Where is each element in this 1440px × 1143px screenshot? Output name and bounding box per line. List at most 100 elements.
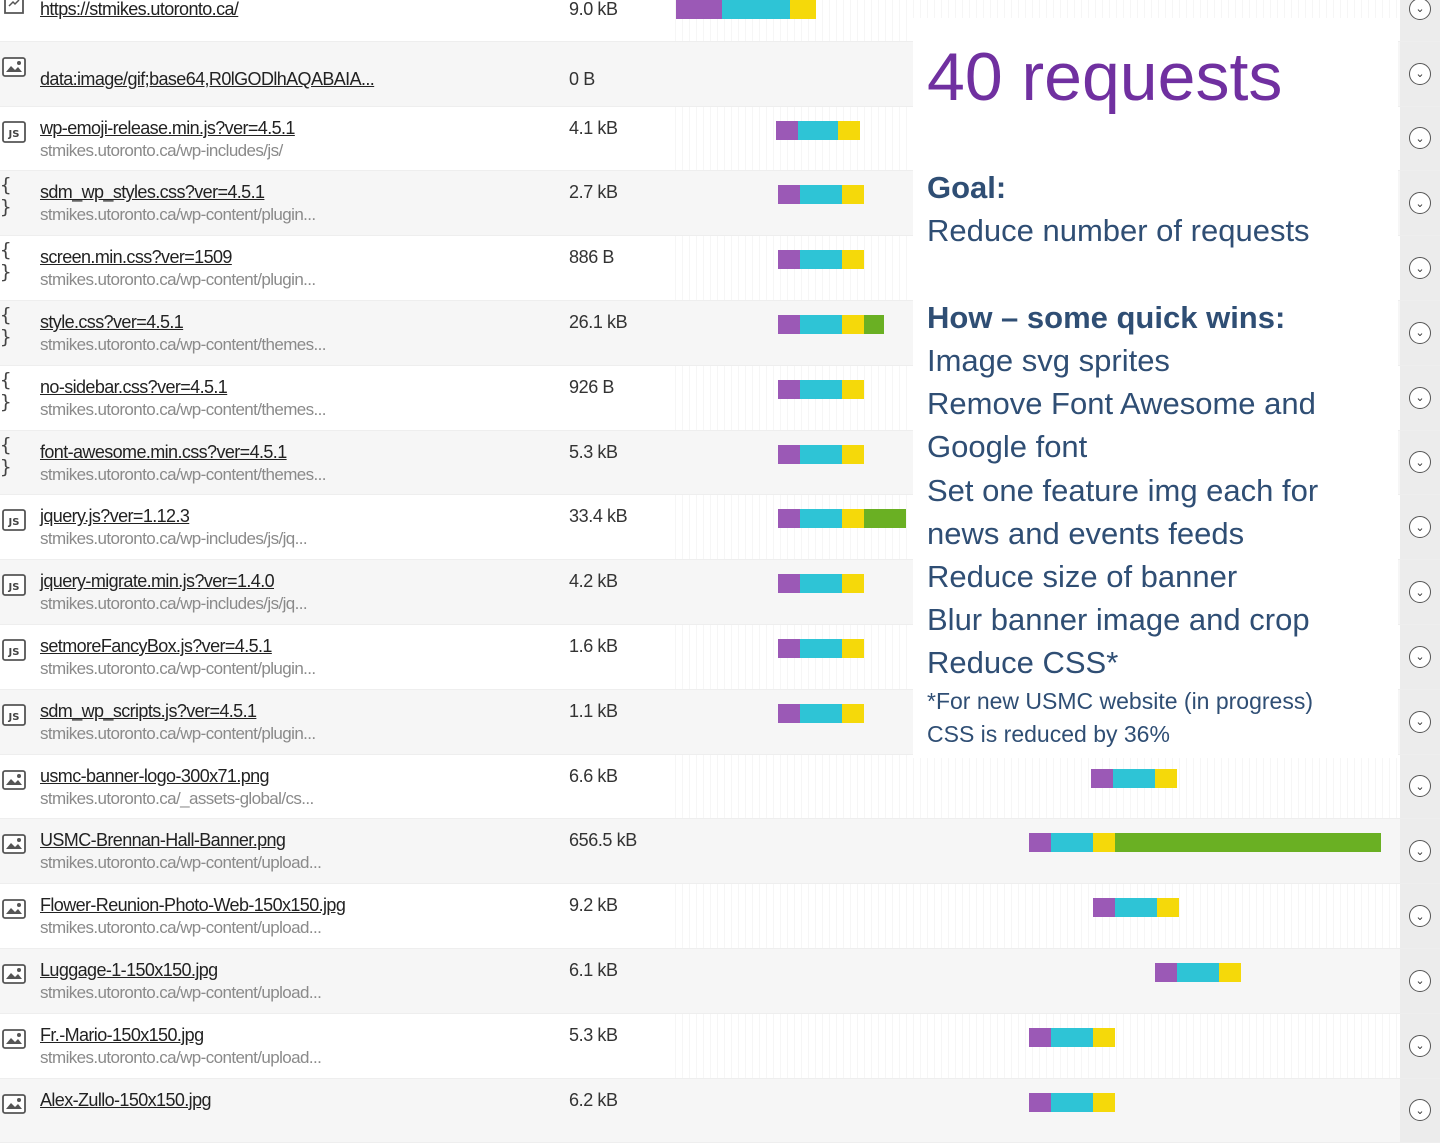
request-row[interactable]: usmc-banner-logo-300x71.png stmikes.utoro… bbox=[0, 754, 1440, 820]
request-size: 926 B bbox=[569, 376, 615, 397]
timing-bar[interactable] bbox=[676, 0, 816, 19]
request-name-link[interactable]: usmc-banner-logo-300x71.png bbox=[40, 766, 270, 787]
request-name-link[interactable]: wp-emoji-release.min.js?ver=4.5.1 bbox=[40, 118, 295, 139]
timing-bar[interactable] bbox=[778, 185, 864, 205]
request-name-link[interactable]: jquery.js?ver=1.12.3 bbox=[40, 506, 190, 527]
request-name-link[interactable]: data:image/gif;base64,R0lGODlhAQABAIA... bbox=[40, 69, 375, 90]
timing-segment bbox=[800, 314, 842, 334]
timing-bar[interactable] bbox=[1029, 1092, 1115, 1112]
expand-row-button[interactable]: ⌄ bbox=[1400, 41, 1440, 106]
timing-segment bbox=[798, 120, 838, 140]
timing-bar[interactable] bbox=[1155, 962, 1241, 982]
timing-segment bbox=[864, 509, 906, 529]
timing-segment bbox=[1093, 898, 1115, 918]
timing-bar[interactable] bbox=[778, 314, 884, 334]
css-file-icon: { } bbox=[0, 368, 12, 413]
request-row[interactable]: Alex-Zullo-150x150.jpg 6.2 kB ⌄ bbox=[0, 1078, 1440, 1143]
timing-segment bbox=[842, 574, 864, 594]
chevron-down-icon: ⌄ bbox=[1409, 905, 1431, 928]
timing-bar[interactable] bbox=[1093, 898, 1179, 918]
timing-segment bbox=[1219, 962, 1241, 982]
timing-bar[interactable] bbox=[778, 574, 864, 594]
expand-row-button[interactable]: ⌄ bbox=[1400, 1078, 1440, 1143]
request-size: 9.0 kB bbox=[569, 0, 618, 19]
timing-segment bbox=[1113, 768, 1155, 788]
timing-segment bbox=[800, 250, 842, 270]
expand-row-button[interactable]: ⌄ bbox=[1400, 560, 1440, 624]
timing-bar[interactable] bbox=[778, 703, 864, 723]
request-host: stmikes.utoronto.ca/_assets-global/cs... bbox=[40, 788, 314, 808]
timing-segment bbox=[864, 314, 884, 334]
timing-bar[interactable] bbox=[778, 509, 906, 529]
timing-bar[interactable] bbox=[778, 250, 864, 270]
request-host: stmikes.utoronto.ca/wp-content/upload... bbox=[40, 1047, 322, 1067]
request-host: stmikes.utoronto.ca/wp-content/plugin... bbox=[40, 205, 316, 225]
request-row[interactable]: Flower-Reunion-Photo-Web-150x150.jpg stmi… bbox=[0, 884, 1440, 949]
request-name-link[interactable]: Flower-Reunion-Photo-Web-150x150.jpg bbox=[40, 895, 346, 916]
expand-row-button[interactable]: ⌄ bbox=[1400, 754, 1440, 819]
expand-row-button[interactable]: ⌄ bbox=[1400, 884, 1440, 948]
request-name-link[interactable]: sdm_wp_scripts.js?ver=4.5.1 bbox=[40, 701, 257, 722]
request-row[interactable]: USMC-Brennan-Hall-Banner.png stmikes.utor… bbox=[0, 819, 1440, 885]
timing-segment bbox=[842, 250, 864, 270]
expand-row-button[interactable]: ⌄ bbox=[1400, 365, 1440, 430]
timing-bar[interactable] bbox=[778, 638, 864, 658]
timing-segment bbox=[1155, 768, 1177, 788]
request-size: 26.1 kB bbox=[569, 311, 628, 332]
request-name-link[interactable]: sdm_wp_styles.css?ver=4.5.1 bbox=[40, 182, 265, 203]
timing-segment bbox=[778, 250, 800, 270]
expand-row-button[interactable]: ⌄ bbox=[1400, 948, 1440, 1013]
request-name-link[interactable]: https://stmikes.utoronto.ca/ bbox=[40, 0, 239, 20]
timing-segment bbox=[778, 444, 800, 464]
expand-row-button[interactable]: ⌄ bbox=[1400, 819, 1440, 884]
expand-row-button[interactable]: ⌄ bbox=[1400, 495, 1440, 560]
timing-segment bbox=[800, 379, 842, 399]
js-file-icon: JS bbox=[0, 637, 27, 663]
timing-bar[interactable] bbox=[1029, 1027, 1115, 1047]
request-name-link[interactable]: USMC-Brennan-Hall-Banner.png bbox=[40, 830, 286, 851]
expand-row-button[interactable]: ⌄ bbox=[1400, 300, 1440, 365]
request-size: 1.1 kB bbox=[569, 700, 618, 721]
timing-bar[interactable] bbox=[778, 379, 864, 399]
request-name-link[interactable]: setmoreFancyBox.js?ver=4.5.1 bbox=[40, 636, 272, 657]
expand-row-button[interactable]: ⌄ bbox=[1400, 236, 1440, 300]
how-heading: How – some quick wins: bbox=[927, 300, 1286, 335]
timing-bar[interactable] bbox=[1029, 833, 1381, 853]
timing-bar[interactable] bbox=[776, 120, 860, 140]
timing-segment bbox=[842, 314, 864, 334]
request-name-link[interactable]: Fr.-Mario-150x150.jpg bbox=[40, 1025, 204, 1046]
js-file-icon: JS bbox=[0, 572, 27, 598]
request-size: 4.2 kB bbox=[569, 571, 618, 592]
timing-segment bbox=[842, 509, 864, 529]
expand-row-button[interactable]: ⌄ bbox=[1400, 430, 1440, 495]
request-name-link[interactable]: style.css?ver=4.5.1 bbox=[40, 312, 184, 333]
request-host: stmikes.utoronto.ca/wp-content/plugin... bbox=[40, 658, 316, 678]
quick-win-item: Remove Font Awesome and bbox=[927, 386, 1316, 421]
request-name-link[interactable]: font-awesome.min.css?ver=4.5.1 bbox=[40, 442, 287, 463]
expand-row-button[interactable]: ⌄ bbox=[1400, 624, 1440, 689]
chevron-down-icon: ⌄ bbox=[1409, 386, 1431, 409]
expand-row-button[interactable]: ⌄ bbox=[1400, 106, 1440, 171]
chevron-down-icon: ⌄ bbox=[1409, 257, 1431, 280]
request-name-link[interactable]: screen.min.css?ver=1509 bbox=[40, 247, 232, 268]
request-size: 33.4 kB bbox=[569, 506, 628, 527]
request-size: 4.1 kB bbox=[569, 117, 618, 138]
chevron-down-icon: ⌄ bbox=[1409, 62, 1431, 85]
chevron-down-icon: ⌄ bbox=[1409, 127, 1431, 150]
timing-bar[interactable] bbox=[778, 444, 864, 464]
expand-row-button[interactable]: ⌄ bbox=[1400, 1013, 1440, 1078]
expand-row-button[interactable]: ⌄ bbox=[1400, 171, 1440, 236]
chevron-down-icon: ⌄ bbox=[1409, 516, 1431, 539]
request-row[interactable]: Fr.-Mario-150x150.jpg stmikes.utoronto.ca… bbox=[0, 1013, 1440, 1079]
css-file-icon: { } bbox=[0, 174, 12, 219]
request-name-link[interactable]: no-sidebar.css?ver=4.5.1 bbox=[40, 377, 228, 398]
request-name-link[interactable]: Luggage-1-150x150.jpg bbox=[40, 960, 218, 981]
request-name-link[interactable]: jquery-migrate.min.js?ver=1.4.0 bbox=[40, 571, 275, 592]
request-host: stmikes.utoronto.ca/wp-includes/js/ bbox=[40, 140, 283, 160]
timing-bar[interactable] bbox=[1091, 768, 1177, 788]
chevron-down-icon: ⌄ bbox=[1409, 451, 1431, 474]
expand-row-button[interactable]: ⌄ bbox=[1400, 0, 1440, 41]
request-name-link[interactable]: Alex-Zullo-150x150.jpg bbox=[40, 1090, 212, 1111]
request-row[interactable]: Luggage-1-150x150.jpg stmikes.utoronto.ca… bbox=[0, 948, 1440, 1014]
expand-row-button[interactable]: ⌄ bbox=[1400, 689, 1440, 754]
